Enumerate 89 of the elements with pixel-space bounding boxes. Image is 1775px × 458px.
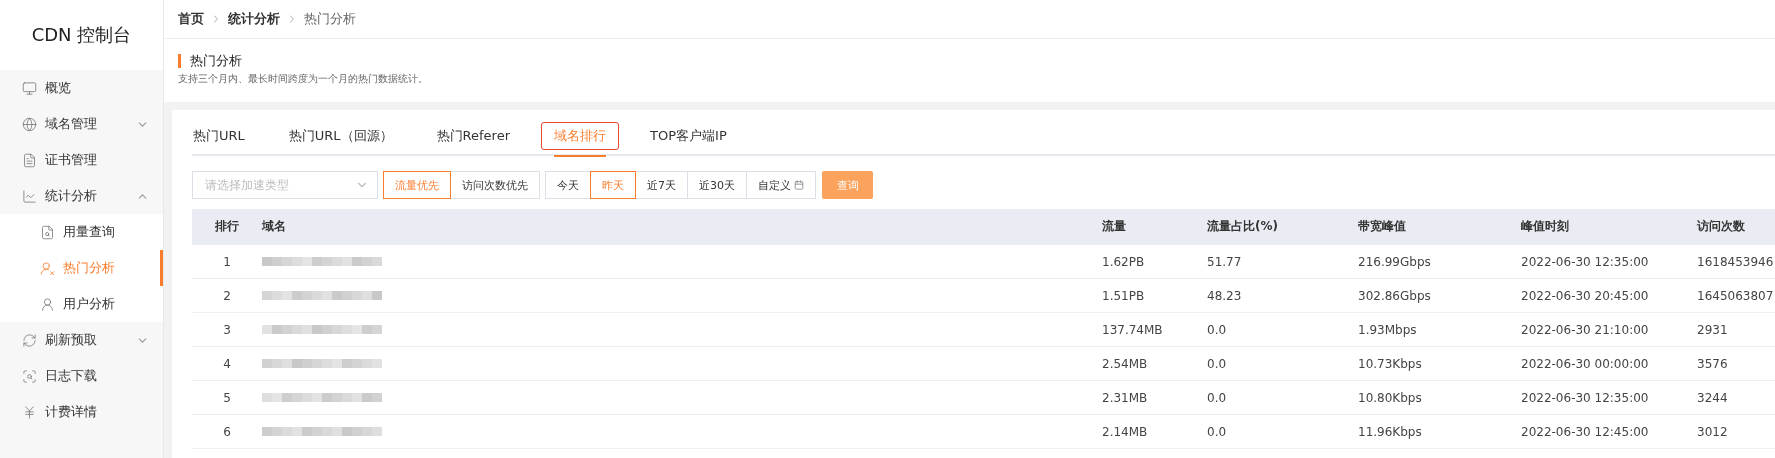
table-cell-text: 10.80Kbps	[1358, 390, 1423, 405]
column-header: 访问次数	[1697, 218, 1746, 235]
tab[interactable]: 热门URL（回源）	[275, 122, 406, 150]
menu-item-label: 域名管理	[45, 115, 98, 133]
document-icon	[22, 152, 37, 168]
table-cell-text: 5	[222, 390, 232, 405]
table-cell-text: 2.31MB	[1102, 390, 1149, 405]
menu-item[interactable]: 概览	[0, 70, 163, 106]
calendar-icon	[794, 180, 804, 190]
table-cell-text: 2931	[1697, 322, 1729, 337]
table-cell-text: 2022-06-30 12:35:00	[1521, 390, 1650, 405]
table-cell-text: 216.99Gbps	[1358, 254, 1432, 269]
menu-item-label: 用量查询	[63, 223, 116, 241]
chart-search-icon	[40, 224, 55, 240]
app-title: CDN 控制台	[30, 23, 133, 47]
column-header: 流量	[1102, 218, 1127, 235]
yen-icon	[22, 404, 37, 420]
breadcrumb-link[interactable]: 统计分析	[228, 10, 280, 28]
monitor-icon	[22, 80, 37, 96]
page-description: 支持三个月内、最长时间跨度为一个月的热门数据统计。	[178, 72, 429, 86]
menu-item-label: 用户分析	[63, 295, 116, 313]
page-title: 热门分析	[178, 54, 1761, 68]
table-cell-text: 137.74MB	[1102, 322, 1164, 337]
column-header: 排行	[214, 218, 240, 235]
table-cell-text: 3012	[1697, 424, 1729, 439]
column-header: 域名	[262, 218, 287, 235]
table-cell-text: 2.54MB	[1102, 356, 1149, 371]
table-cell-text: 2022-06-30 21:10:00	[1521, 322, 1650, 337]
table-cell-text: 0.0	[1207, 322, 1228, 337]
table-cell-text: 302.86Gbps	[1358, 288, 1432, 303]
table-cell-text: 1.93Mbps	[1358, 322, 1418, 337]
table-cell-text: 48.23	[1207, 288, 1243, 303]
table-cell-text: 2	[222, 288, 232, 303]
column-header: 峰值时刻	[1521, 218, 1570, 235]
menu-item[interactable]: 日志下载	[0, 358, 163, 394]
globe-icon	[22, 116, 37, 132]
table-cell-text: 3244	[1697, 390, 1729, 405]
menu-item-label: 证书管理	[45, 151, 98, 169]
table-cell-text: 1.62PB	[1102, 254, 1146, 269]
breadcrumb-link[interactable]: 首页	[178, 10, 204, 28]
table-cell-text: 2022-06-30 20:45:00	[1521, 288, 1650, 303]
menu-item[interactable]: 刷新预取	[0, 322, 163, 358]
tab-underline	[554, 155, 607, 157]
date-range-button[interactable]: 今天	[545, 171, 591, 199]
table-cell-text: 1.51PB	[1102, 288, 1146, 303]
line-chart-icon	[22, 188, 37, 204]
sort-button[interactable]: 访问次数优先	[450, 171, 540, 199]
tab[interactable]: 热门Referer	[423, 122, 524, 150]
submenu-item[interactable]: 用户分析	[0, 286, 163, 322]
table-cell-text: 51.77	[1207, 254, 1243, 269]
table-cell-text: 0.0	[1207, 356, 1228, 371]
table-cell-text: 1	[222, 254, 232, 269]
menu-item[interactable]: 统计分析	[0, 178, 163, 214]
date-range-button[interactable]: 近7天	[635, 171, 688, 199]
date-range-button[interactable]: 自定义	[746, 171, 816, 199]
date-range-button[interactable]: 近30天	[687, 171, 747, 199]
table-cell-text: 2022-06-30 00:00:00	[1521, 356, 1650, 371]
tab[interactable]: 热门URL	[192, 122, 258, 150]
table-cell: 1645063807	[1697, 288, 1775, 303]
search-document-icon	[22, 368, 37, 384]
table-cell-text: 11.96Kbps	[1358, 424, 1423, 439]
breadcrumb-link[interactable]: 热门分析	[304, 10, 356, 28]
menu-item-label: 热门分析	[63, 259, 116, 277]
table-cell-text: 2022-06-30 12:35:00	[1521, 254, 1650, 269]
menu-item-label: 日志下载	[45, 367, 98, 385]
table-cell-text: 2.14MB	[1102, 424, 1149, 439]
table-cell-text: 0.0	[1207, 424, 1228, 439]
user-icon	[40, 296, 55, 312]
column-header: 流量占比(%)	[1207, 218, 1279, 235]
table-cell-text: 3	[222, 322, 232, 337]
menu-item[interactable]: 计费详情	[0, 394, 163, 430]
table-cell: 1618453946	[1697, 254, 1775, 269]
menu-item-label: 统计分析	[45, 187, 98, 205]
table-cell-text: 6	[222, 424, 232, 439]
column-header: 带宽峰值	[1358, 218, 1407, 235]
menu-item-label: 刷新预取	[45, 331, 98, 349]
table-cell-text: 0.0	[1207, 390, 1228, 405]
refresh-icon	[22, 332, 37, 348]
menu-item-label: 计费详情	[45, 403, 98, 421]
table-cell-text: 10.73Kbps	[1358, 356, 1423, 371]
submenu-item[interactable]: 用量查询	[0, 214, 163, 250]
tab[interactable]: TOP客户端IP	[637, 122, 740, 150]
user-icon	[40, 260, 55, 276]
table-cell-text: 3576	[1697, 356, 1729, 371]
table-cell-text: 2022-06-30 12:45:00	[1521, 424, 1650, 439]
menu-item[interactable]: 域名管理	[0, 106, 163, 142]
menu-item[interactable]: 证书管理	[0, 142, 163, 178]
table-cell-text: 4	[222, 356, 232, 371]
menu-item-label: 概览	[45, 79, 72, 97]
